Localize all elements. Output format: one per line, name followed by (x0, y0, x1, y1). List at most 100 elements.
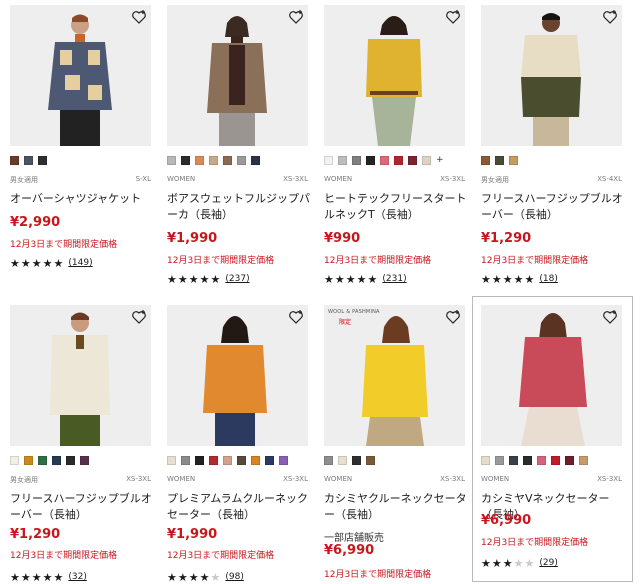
color-swatch[interactable] (394, 156, 403, 165)
heart-plus-icon[interactable] (602, 309, 618, 325)
review-count[interactable]: (231) (382, 274, 406, 284)
product-meta: WOMEN XS-3XL (481, 475, 622, 486)
color-swatches[interactable] (10, 456, 89, 466)
color-swatch[interactable] (481, 156, 490, 165)
color-swatch[interactable] (237, 156, 246, 165)
color-swatch[interactable] (24, 456, 33, 465)
color-swatches[interactable] (481, 456, 588, 466)
color-swatch[interactable] (338, 456, 347, 465)
color-swatch[interactable] (408, 156, 417, 165)
color-swatch[interactable] (66, 456, 75, 465)
color-swatch[interactable] (495, 456, 504, 465)
product-name[interactable]: プレミアムラムクルーネックセーター（長袖） (167, 491, 317, 523)
color-swatch[interactable] (209, 156, 218, 165)
product-card-selected[interactable]: WOMEN XS-3XL カシミヤVネックセーター（長袖） ¥6,990 12月… (472, 296, 633, 582)
color-swatch[interactable] (209, 456, 218, 465)
color-swatch[interactable] (167, 156, 176, 165)
color-swatch[interactable] (195, 156, 204, 165)
color-swatch[interactable] (265, 456, 274, 465)
product-image[interactable] (481, 5, 622, 146)
color-swatch[interactable] (10, 156, 19, 165)
model-photo (324, 5, 465, 146)
color-swatch[interactable] (523, 456, 532, 465)
heart-plus-icon[interactable] (602, 9, 618, 25)
more-colors-icon[interactable]: + (436, 156, 444, 166)
color-swatch[interactable] (352, 456, 361, 465)
review-count[interactable]: (98) (225, 572, 243, 582)
product-image[interactable] (10, 305, 151, 446)
product-name[interactable]: ボアスウェットフルジップパーカ（長袖） (167, 191, 317, 223)
color-swatch[interactable] (509, 456, 518, 465)
color-swatch[interactable] (167, 456, 176, 465)
product-name[interactable]: オーバーシャツジャケット (10, 191, 160, 207)
heart-plus-icon[interactable] (131, 309, 147, 325)
color-swatch[interactable] (366, 156, 375, 165)
color-swatches[interactable] (167, 456, 288, 466)
heart-plus-icon[interactable] (288, 9, 304, 25)
color-swatch[interactable] (352, 156, 361, 165)
color-swatch[interactable] (223, 156, 232, 165)
color-swatch[interactable] (24, 156, 33, 165)
color-swatch[interactable] (422, 156, 431, 165)
color-swatch[interactable] (237, 456, 246, 465)
color-swatch[interactable] (495, 156, 504, 165)
product-image[interactable] (167, 5, 308, 146)
color-swatch[interactable] (366, 456, 375, 465)
color-swatch[interactable] (38, 156, 47, 165)
product-name[interactable]: フリースハーフジップブルオーバー（長袖） (10, 491, 160, 523)
color-swatch[interactable] (80, 456, 89, 465)
color-swatch[interactable] (181, 456, 190, 465)
product-name[interactable]: ヒートテックフリースタートルネックT（長袖） (324, 191, 474, 223)
color-swatch[interactable] (338, 156, 347, 165)
color-swatch[interactable] (324, 156, 333, 165)
half-star-icon: ★ (367, 272, 378, 286)
heart-plus-icon[interactable] (445, 309, 461, 325)
color-swatches[interactable] (481, 156, 518, 166)
product-image[interactable] (167, 305, 308, 446)
color-swatches[interactable]: + (324, 156, 444, 166)
color-swatch[interactable] (10, 456, 19, 465)
gender-label: 男女適用 (10, 476, 38, 484)
review-count[interactable]: (29) (539, 558, 557, 568)
product-price: ¥6,990 (481, 513, 532, 528)
color-swatch[interactable] (181, 156, 190, 165)
color-swatch[interactable] (481, 456, 490, 465)
color-swatch[interactable] (380, 156, 389, 165)
product-meta: 男女適用 XS-4XL (481, 175, 622, 186)
color-swatch[interactable] (579, 456, 588, 465)
color-swatch[interactable] (279, 456, 288, 465)
color-swatch[interactable] (38, 456, 47, 465)
color-swatch[interactable] (251, 156, 260, 165)
color-swatch[interactable] (565, 456, 574, 465)
color-swatches[interactable] (324, 456, 375, 466)
color-swatch[interactable] (251, 456, 260, 465)
review-count[interactable]: (149) (68, 258, 92, 268)
color-swatch[interactable] (551, 456, 560, 465)
product-image[interactable]: WOOL & PASHMINA 限定 (324, 305, 465, 446)
star-icon: ★ (188, 570, 199, 584)
product-name[interactable]: カシミヤクルーネックセーター（長袖） (324, 491, 474, 523)
star-icon: ★ (31, 256, 42, 270)
gender-label: 男女適用 (10, 176, 38, 184)
star-icon: ★ (42, 570, 53, 584)
review-count[interactable]: (237) (225, 274, 249, 284)
product-name[interactable]: フリースハーフジップブルオーバー（長袖） (481, 191, 631, 223)
product-image[interactable] (10, 5, 151, 146)
heart-plus-icon[interactable] (131, 9, 147, 25)
color-swatch[interactable] (324, 456, 333, 465)
gender-label: WOMEN (167, 475, 196, 483)
review-count[interactable]: (32) (68, 572, 86, 582)
heart-plus-icon[interactable] (445, 9, 461, 25)
color-swatch[interactable] (195, 456, 204, 465)
color-swatches[interactable] (167, 156, 260, 166)
heart-plus-icon[interactable] (288, 309, 304, 325)
review-count[interactable]: (18) (539, 274, 557, 284)
product-image[interactable] (324, 5, 465, 146)
color-swatch[interactable] (509, 156, 518, 165)
color-swatch[interactable] (223, 456, 232, 465)
product-image[interactable] (481, 305, 622, 446)
color-swatch[interactable] (52, 456, 61, 465)
color-swatch[interactable] (537, 456, 546, 465)
star-icon: ★ (31, 570, 42, 584)
color-swatches[interactable] (10, 156, 47, 166)
